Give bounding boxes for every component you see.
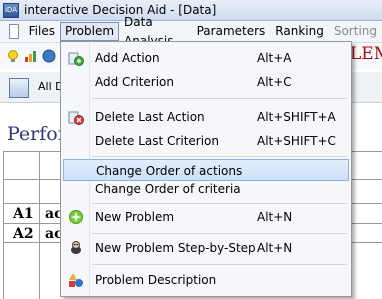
document-icon[interactable] bbox=[9, 24, 19, 39]
menu-item-change-order-criteria[interactable]: Change Order of criteria bbox=[63, 178, 349, 200]
bar-chart-icon[interactable] bbox=[24, 49, 38, 63]
performance-title: Perfor bbox=[7, 123, 67, 145]
delete-action-icon bbox=[68, 111, 84, 125]
menu-item-shortcut: Alt+C bbox=[257, 75, 292, 89]
menu-item-label: Problem Description bbox=[95, 273, 217, 287]
menu-separator bbox=[92, 203, 347, 204]
new-problem-icon bbox=[69, 210, 83, 224]
menu-item-shortcut: Alt+SHIFT+A bbox=[257, 110, 336, 124]
edit-table-icon[interactable] bbox=[9, 78, 29, 98]
menu-problem[interactable]: Problem bbox=[59, 22, 120, 41]
row-label: A1 bbox=[13, 206, 34, 222]
menu-item-new-problem-step-by-step[interactable]: New Problem Step-by-Step Alt+N bbox=[63, 237, 349, 259]
shapes-icon bbox=[69, 273, 83, 287]
menu-item-add-action[interactable]: Add Action Alt+A bbox=[63, 47, 349, 69]
menu-item-problem-description[interactable]: Problem Description bbox=[63, 269, 349, 291]
menu-parameters[interactable]: Parameters bbox=[192, 22, 271, 41]
globe-icon[interactable] bbox=[42, 49, 56, 63]
menu-separator bbox=[92, 156, 347, 157]
menu-separator bbox=[92, 264, 347, 265]
menu-files[interactable]: Files bbox=[24, 22, 60, 41]
menu-item-shortcut: Alt+N bbox=[257, 210, 293, 224]
menu-separator bbox=[92, 98, 347, 99]
add-action-icon bbox=[68, 52, 84, 66]
app-icon: iDA bbox=[3, 2, 19, 18]
page-heading-fragment: LEM bbox=[350, 44, 382, 64]
menu-item-label: New Problem Step-by-Step bbox=[95, 241, 256, 255]
lightbulb-icon[interactable] bbox=[6, 49, 20, 63]
menu-item-label: Change Order of criteria bbox=[95, 182, 241, 196]
menu-ranking[interactable]: Ranking bbox=[270, 22, 329, 41]
menu-sorting[interactable]: Sorting bbox=[329, 22, 382, 41]
menu-item-delete-last-criterion[interactable]: Delete Last Criterion Alt+SHIFT+C bbox=[63, 130, 349, 152]
row-label: A2 bbox=[13, 226, 34, 242]
menu-item-new-problem[interactable]: New Problem Alt+N bbox=[63, 206, 349, 228]
menu-item-shortcut: Alt+N bbox=[257, 241, 293, 255]
problem-menu: Add Action Alt+A Add Criterion Alt+C Del… bbox=[60, 41, 352, 297]
menu-item-label: Delete Last Action bbox=[95, 110, 205, 124]
menu-item-label: Add Criterion bbox=[95, 75, 174, 89]
menu-item-shortcut: Alt+A bbox=[257, 51, 292, 65]
menu-item-delete-last-action[interactable]: Delete Last Action Alt+SHIFT+A bbox=[63, 106, 349, 128]
menu-separator bbox=[92, 233, 347, 234]
menu-item-shortcut: Alt+SHIFT+C bbox=[257, 134, 336, 148]
menu-item-label: Delete Last Criterion bbox=[95, 134, 220, 148]
menu-item-label: Add Action bbox=[95, 51, 160, 65]
menu-item-label: New Problem bbox=[95, 210, 175, 224]
menu-bar: Files Problem Data Analysis Parameters R… bbox=[0, 15, 382, 48]
menu-item-add-criterion[interactable]: Add Criterion Alt+C bbox=[63, 71, 349, 93]
menu-item-label: Change Order of actions bbox=[96, 164, 243, 178]
wizard-dog-icon bbox=[71, 241, 81, 254]
